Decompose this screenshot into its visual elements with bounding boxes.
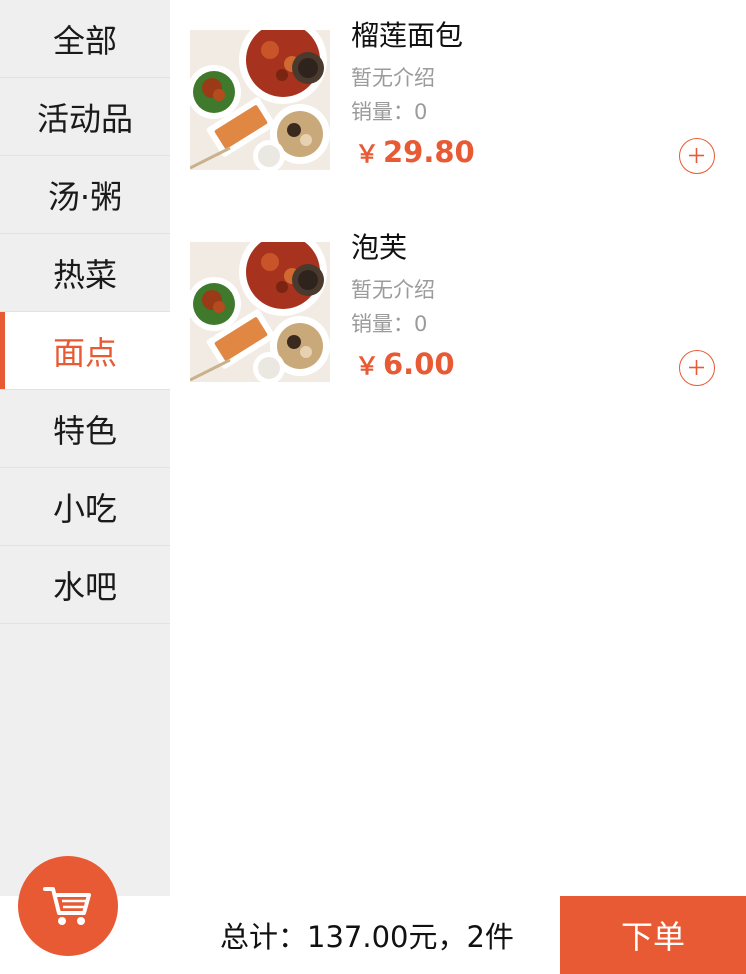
product-sales: 销量：0	[351, 100, 428, 124]
product-item: 泡芙 暂无介绍 销量：0 ￥ 6.00	[170, 212, 746, 424]
plus-circle-icon	[689, 148, 704, 163]
category-label: 全部	[52, 21, 117, 60]
product-image	[190, 242, 330, 382]
currency-symbol: ￥	[355, 140, 379, 168]
plus-circle-icon	[689, 360, 704, 375]
shopping-cart-icon	[43, 887, 91, 925]
add-to-cart-button[interactable]	[679, 350, 715, 386]
product-price: ￥ 29.80	[355, 134, 475, 169]
category-item-specialty[interactable]: 特色	[0, 390, 170, 468]
menu-app: 全部 活动品 汤·粥 热菜 面点 特色 小吃 水吧 榴莲面包 暂无介绍 销量：0…	[0, 0, 746, 974]
product-price: ￥ 6.00	[355, 346, 455, 381]
product-image	[190, 30, 330, 170]
product-description: 暂无介绍	[351, 278, 435, 302]
category-label: 水吧	[52, 567, 117, 606]
category-label: 小吃	[52, 489, 117, 528]
product-item: 榴莲面包 暂无介绍 销量：0 ￥ 29.80	[170, 0, 746, 212]
category-item-soup-porridge[interactable]: 汤·粥	[0, 156, 170, 234]
price-value: 29.80	[383, 135, 475, 169]
category-item-drinks[interactable]: 水吧	[0, 546, 170, 624]
add-to-cart-button[interactable]	[679, 138, 715, 174]
cart-button[interactable]	[18, 856, 118, 956]
category-item-promotions[interactable]: 活动品	[0, 78, 170, 156]
category-label: 面点	[52, 333, 117, 372]
currency-symbol: ￥	[355, 352, 379, 380]
place-order-button[interactable]: 下单	[560, 896, 746, 974]
category-item-snacks[interactable]: 小吃	[0, 468, 170, 546]
product-name: 泡芙	[351, 231, 408, 264]
product-list: 榴莲面包 暂无介绍 销量：0 ￥ 29.80 泡芙 暂无介绍 销量：0 ￥ 6.…	[170, 0, 746, 896]
product-description: 暂无介绍	[351, 66, 435, 90]
category-sidebar: 全部 活动品 汤·粥 热菜 面点 特色 小吃 水吧	[0, 0, 170, 896]
product-sales: 销量：0	[351, 312, 428, 336]
category-item-hot-dishes[interactable]: 热菜	[0, 234, 170, 312]
product-name: 榴莲面包	[351, 19, 464, 52]
category-item-all[interactable]: 全部	[0, 0, 170, 78]
category-label: 活动品	[36, 99, 133, 138]
category-label: 热菜	[52, 255, 117, 294]
place-order-label: 下单	[620, 918, 685, 956]
category-item-pastry[interactable]: 面点	[0, 312, 170, 390]
category-label: 汤·粥	[47, 177, 123, 216]
price-value: 6.00	[383, 347, 455, 381]
order-total: 总计：137.00元，2件	[220, 920, 514, 954]
category-label: 特色	[52, 411, 117, 450]
